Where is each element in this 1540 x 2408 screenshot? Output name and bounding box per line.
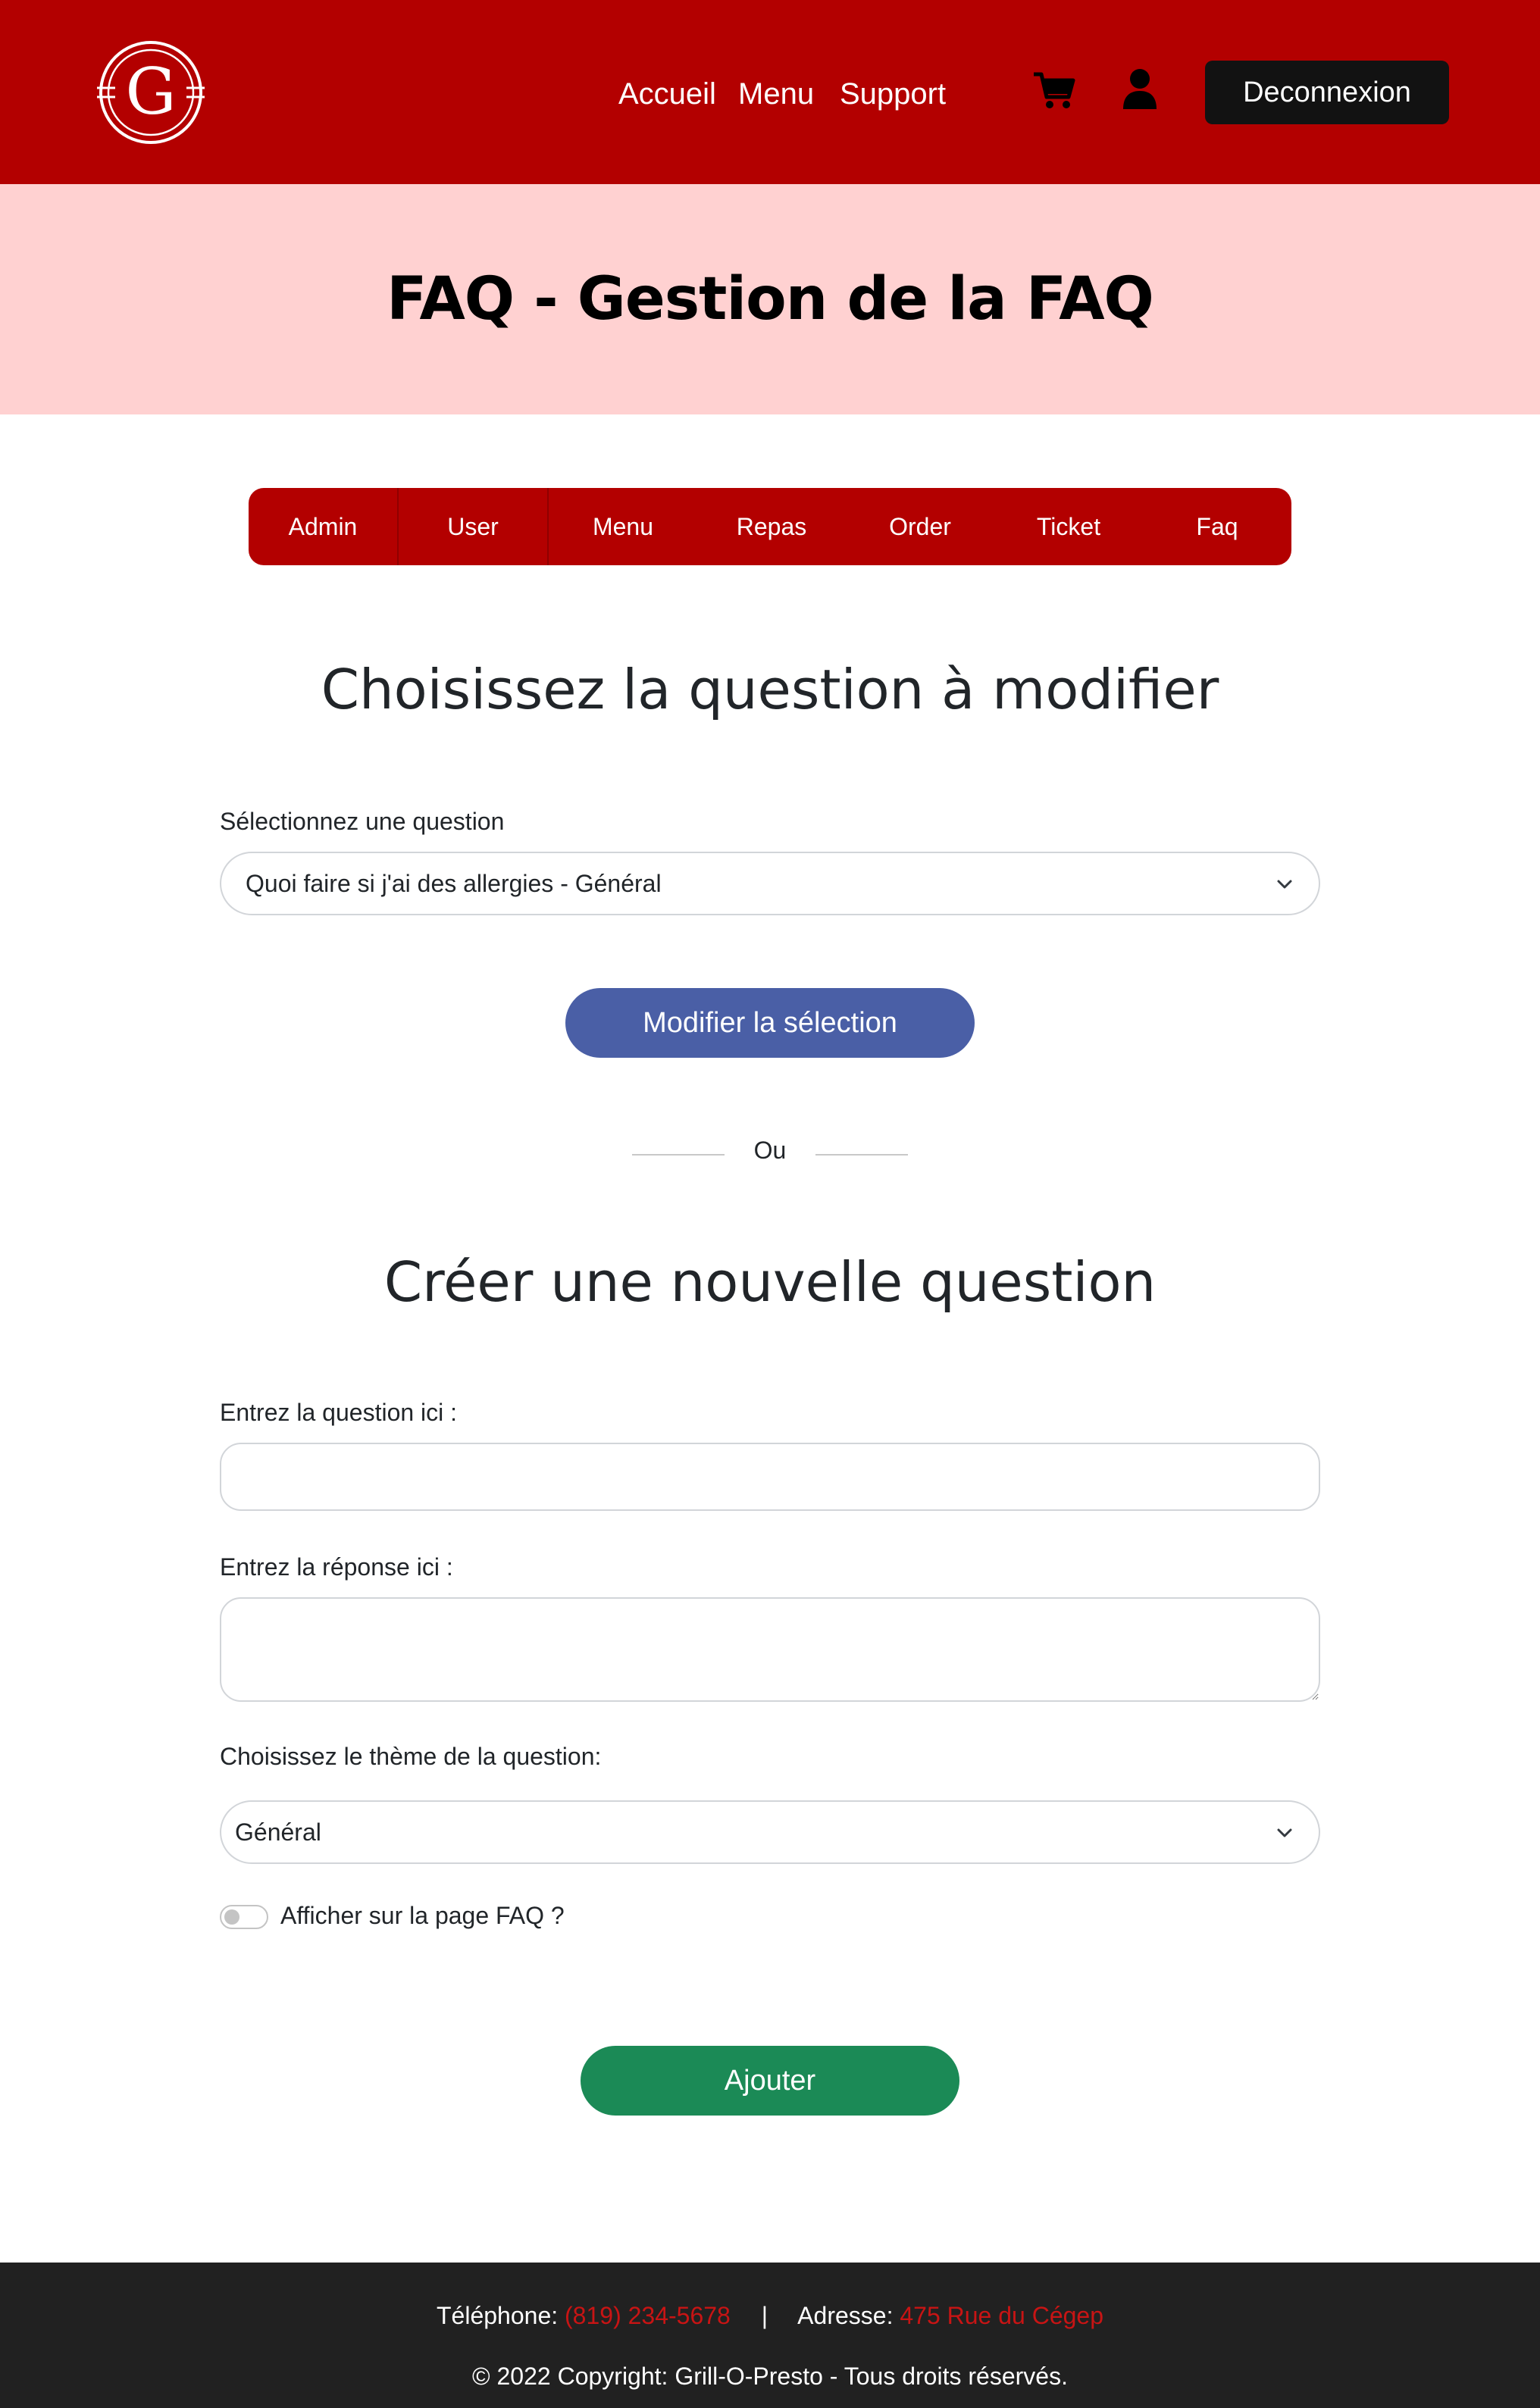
chevron-down-icon xyxy=(1277,880,1292,889)
create-section-title: Créer une nouvelle question xyxy=(383,1250,1157,1314)
phone-label: Téléphone: xyxy=(437,2302,559,2329)
edit-section-title: Choisissez la question à modifier xyxy=(321,658,1219,721)
answer-textarea[interactable] xyxy=(220,1597,1320,1702)
select-question-label: Sélectionnez une question xyxy=(220,808,505,835)
footer-contact: Téléphone: (819) 234-5678 | Adresse: 475… xyxy=(0,2302,1540,2330)
page-banner: FAQ - Gestion de la FAQ xyxy=(0,184,1540,414)
logout-button[interactable]: Deconnexion xyxy=(1205,61,1449,124)
user-button[interactable] xyxy=(1117,67,1163,112)
site-header: G Accueil Menu Support Deconnexion xyxy=(0,0,1540,184)
nav-menu[interactable]: Menu xyxy=(738,73,814,115)
tab-order[interactable]: Order xyxy=(846,488,994,565)
admin-tabs: Admin User Menu Repas Order Ticket Faq xyxy=(249,488,1291,565)
question-select[interactable]: Quoi faire si j'ai des allergies - Génér… xyxy=(220,852,1320,915)
site-footer: Téléphone: (819) 234-5678 | Adresse: 475… xyxy=(0,2263,1540,2408)
theme-select[interactable]: Général xyxy=(220,1800,1320,1864)
chevron-down-icon xyxy=(1277,1828,1292,1837)
divider-line-right xyxy=(815,1154,908,1156)
theme-select-label: Choisissez le thème de la question: xyxy=(220,1743,602,1770)
logo-letter: G xyxy=(125,55,176,129)
show-on-faq-label: Afficher sur la page FAQ ? xyxy=(280,1902,565,1929)
divider-text: Ou xyxy=(753,1137,787,1164)
nav-support[interactable]: Support xyxy=(840,73,946,115)
question-select-value: Quoi faire si j'ai des allergies - Génér… xyxy=(246,869,662,897)
modify-selection-button[interactable]: Modifier la sélection xyxy=(565,988,975,1058)
user-icon xyxy=(1123,69,1157,109)
show-on-faq-toggle[interactable] xyxy=(220,1905,268,1929)
phone-link[interactable]: (819) 234-5678 xyxy=(565,2302,731,2329)
question-input[interactable] xyxy=(220,1443,1320,1511)
tab-admin[interactable]: Admin xyxy=(249,488,399,565)
tab-faq[interactable]: Faq xyxy=(1143,488,1291,565)
add-question-button[interactable]: Ajouter xyxy=(581,2046,959,2116)
page-title: FAQ - Gestion de la FAQ xyxy=(387,265,1154,333)
cart-icon xyxy=(1034,72,1075,108)
divider-line-left xyxy=(632,1154,725,1156)
logo[interactable]: G xyxy=(97,41,205,144)
address-label: Adresse: xyxy=(797,2302,894,2329)
tab-ticket[interactable]: Ticket xyxy=(994,488,1143,565)
toggle-knob xyxy=(224,1909,239,1925)
answer-input-label: Entrez la réponse ici : xyxy=(220,1553,453,1581)
nav-accueil[interactable]: Accueil xyxy=(618,73,716,115)
cart-button[interactable] xyxy=(1031,68,1076,114)
address-link[interactable]: 475 Rue du Cégep xyxy=(900,2302,1103,2329)
tab-menu[interactable]: Menu xyxy=(549,488,697,565)
theme-select-value: Général xyxy=(235,1818,321,1846)
tab-user[interactable]: User xyxy=(399,488,549,565)
tab-repas[interactable]: Repas xyxy=(697,488,846,565)
footer-copyright: © 2022 Copyright: Grill-O-Presto - Tous … xyxy=(472,2363,1068,2390)
logo-emblem-icon: G xyxy=(97,41,205,144)
question-input-label: Entrez la question ici : xyxy=(220,1399,458,1426)
footer-separator: | xyxy=(761,2302,768,2329)
